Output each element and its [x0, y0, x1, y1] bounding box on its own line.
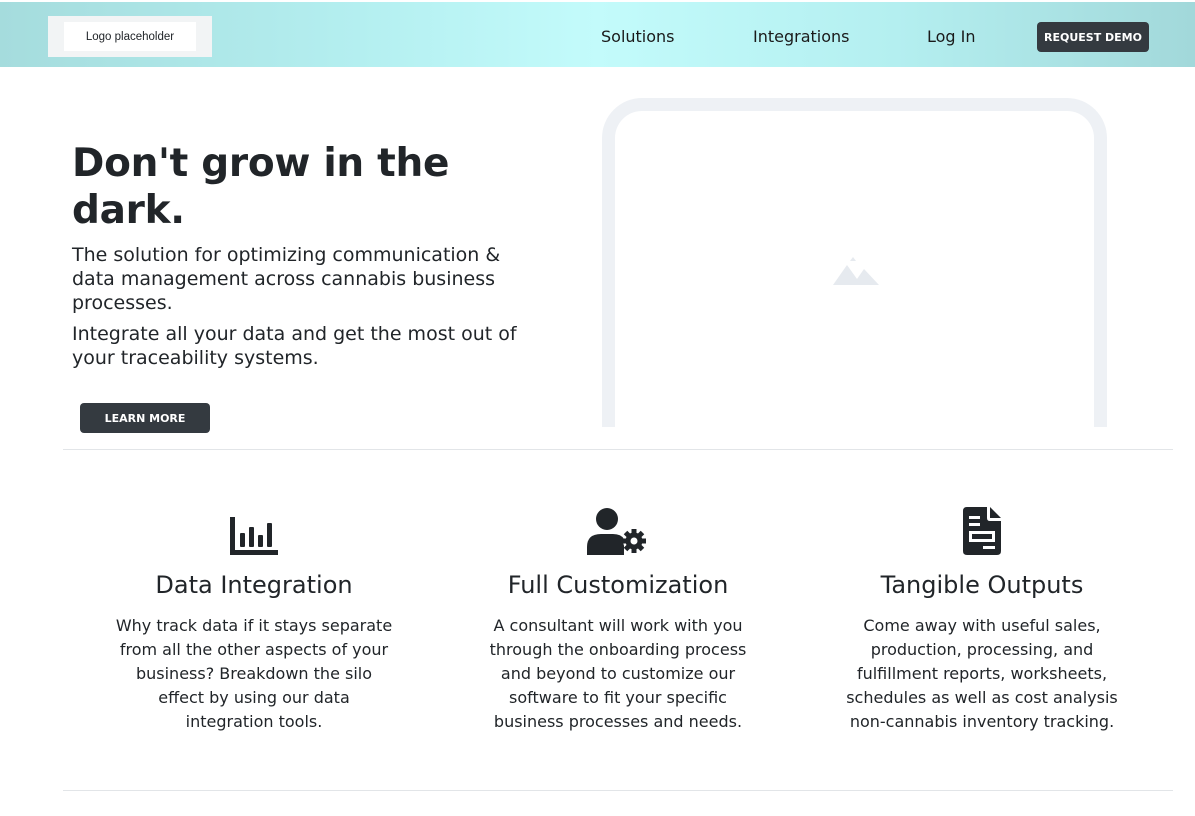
feature-title: Tangible Outputs [880, 571, 1084, 599]
nav-login-link[interactable]: Log In [927, 26, 976, 48]
nav-integrations-link[interactable]: Integrations [753, 26, 850, 48]
feature-data-integration: Data Integration Why track data if it st… [84, 505, 424, 734]
feature-description: Come away with useful sales, production,… [846, 616, 1118, 731]
bar-chart-icon [230, 517, 278, 555]
top-navbar: Logo placeholder Solutions Integrations … [0, 2, 1195, 67]
request-demo-button[interactable]: REQUEST DEMO [1037, 22, 1149, 52]
feature-description: Why track data if it stays separate from… [115, 616, 393, 731]
document-icon [963, 507, 1001, 555]
feature-full-customization: Full Customization A consultant will wor… [448, 505, 788, 734]
nav-solutions-link[interactable]: Solutions [601, 26, 675, 48]
feature-tangible-outputs: Tangible Outputs Come away with useful s… [812, 505, 1152, 734]
hero-subdescription: Integrate all your data and get the most… [72, 323, 517, 369]
hero-title: Don't grow in the dark. [72, 141, 450, 233]
hero-description: The solution for optimizing communicatio… [72, 244, 501, 314]
section-divider [63, 790, 1173, 791]
feature-description: A consultant will work with you through … [489, 616, 747, 731]
section-divider [63, 449, 1173, 450]
user-cog-icon [587, 508, 646, 555]
feature-title: Full Customization [507, 571, 729, 599]
image-placeholder-icon [833, 257, 879, 285]
logo-placeholder-text: Logo placeholder [64, 22, 196, 51]
feature-title: Data Integration [155, 571, 353, 599]
logo[interactable]: Logo placeholder [48, 16, 212, 57]
learn-more-button[interactable]: LEARN MORE [80, 403, 210, 433]
